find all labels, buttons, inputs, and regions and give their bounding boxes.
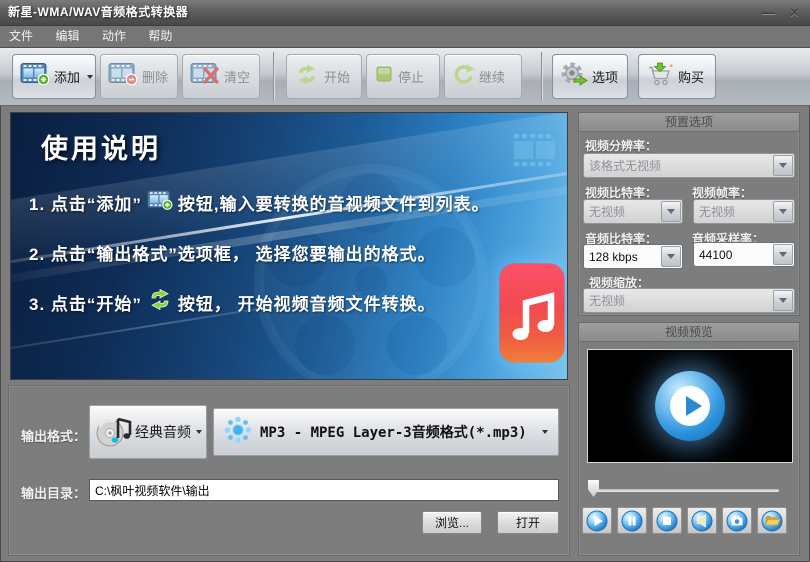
browse-button[interactable]: 浏览... (422, 511, 482, 534)
add-button[interactable]: 添加 (12, 54, 96, 99)
gear-icon (560, 62, 588, 92)
clear-button[interactable]: 清空 (182, 54, 260, 99)
camera-icon (726, 510, 748, 531)
start-button[interactable]: 开始 (286, 54, 362, 99)
format-category-select[interactable]: 经典音频 (89, 405, 207, 459)
speaker-icon (691, 510, 713, 531)
preset-options-group: 预置选项 视频分辨率： 该格式无视频 视频比特率： 视频帧率： 无视频 无视频 … (578, 112, 800, 316)
minimize-button[interactable]: — (762, 5, 775, 20)
film-remove-icon (108, 62, 138, 91)
film-add-icon (147, 189, 173, 216)
dropdown-arrow-icon[interactable] (661, 201, 681, 222)
output-dir-input[interactable] (89, 479, 559, 501)
audio-samplerate-select[interactable]: 44100 (693, 242, 795, 267)
open-folder-button[interactable] (757, 507, 787, 534)
stop-playback-button[interactable] (652, 507, 682, 534)
delete-button[interactable]: 删除 (100, 54, 178, 99)
dropdown-arrow-icon[interactable] (773, 155, 793, 176)
chevron-down-icon (87, 74, 94, 79)
folder-icon (761, 510, 783, 531)
video-framerate-select[interactable]: 无视频 (693, 199, 795, 224)
toolbar-separator (273, 52, 275, 101)
snapshot-button[interactable] (722, 507, 752, 534)
instruction-step-2: 2. 点击“输出格式”选项框， 选择您要输出的格式。 (29, 245, 436, 264)
dropdown-arrow-icon[interactable] (773, 244, 793, 265)
play-icon (586, 510, 608, 531)
play-button[interactable] (582, 507, 612, 534)
resume-button[interactable]: 继续 (444, 54, 522, 99)
output-settings-group: 输出格式： 经典音频 MP3 - MPEG Layer-3音频格式(*.mp3)… (8, 385, 570, 556)
menu-action[interactable]: 动作 (93, 26, 135, 47)
video-bitrate-select[interactable]: 无视频 (583, 199, 683, 224)
menubar: 文件 编辑 动作 帮助 (0, 26, 810, 47)
circular-arrow-icon (452, 64, 475, 90)
film-strip-watermark-icon (509, 129, 561, 176)
format-category-value: 经典音频 (135, 424, 191, 440)
toolbar-separator (541, 52, 543, 101)
sync-arrows-icon (294, 64, 320, 90)
menu-file[interactable]: 文件 (0, 26, 42, 47)
output-format-select[interactable]: MP3 - MPEG Layer-3音频格式(*.mp3) (213, 408, 559, 456)
pause-icon (621, 510, 643, 531)
molecule-icon (222, 414, 254, 451)
dropdown-arrow-icon[interactable] (661, 246, 681, 267)
options-button[interactable]: 选项 (552, 54, 628, 99)
toolbar: 添加 删除 清空 开始 停止 继续 选项 购买 (0, 47, 810, 106)
instruction-step-3: 3. 点击“开始” 按钮， 开始视频音频文件转换。 (29, 288, 436, 315)
sync-arrows-icon (147, 288, 173, 315)
titlebar: 新星-WMA/WAV音频格式转换器 — ✕ (0, 0, 810, 26)
video-preview-title: 视频预览 (579, 323, 799, 342)
stop-button[interactable]: 停止 (366, 54, 440, 99)
music-note-badge-icon (499, 263, 565, 363)
output-format-value: MP3 - MPEG Layer-3音频格式(*.mp3) (260, 425, 527, 441)
output-format-label: 输出格式： (21, 429, 87, 444)
menu-help[interactable]: 帮助 (139, 26, 181, 47)
open-button[interactable]: 打开 (497, 511, 559, 534)
instructions-title: 使用说明 (41, 134, 161, 164)
dropdown-arrow-icon[interactable] (773, 201, 793, 222)
dropdown-arrow-icon[interactable] (773, 290, 793, 311)
volume-button[interactable] (687, 507, 717, 534)
buy-button[interactable]: 购买 (638, 54, 716, 99)
preset-options-title: 预置选项 (579, 113, 799, 132)
film-add-icon (20, 62, 50, 91)
video-resolution-select[interactable]: 该格式无视频 (583, 153, 795, 178)
chevron-down-icon (196, 430, 202, 434)
video-scale-select[interactable]: 无视频 (583, 288, 795, 313)
stop-icon (656, 510, 678, 531)
chevron-down-icon (542, 430, 548, 434)
preview-play-icon[interactable] (655, 371, 725, 441)
instruction-step-1: 1. 点击“添加” 按钮,输入要转换的音视频文件到列表。 (29, 189, 490, 216)
stop-square-icon (374, 64, 394, 89)
seek-slider-thumb[interactable] (588, 480, 599, 497)
close-button[interactable]: ✕ (789, 5, 800, 21)
video-resolution-label: 视频分辨率： (585, 139, 658, 153)
cd-music-icon (95, 409, 133, 456)
video-preview-screen (587, 349, 793, 463)
audio-bitrate-select[interactable]: 128 kbps (583, 244, 683, 269)
window-title: 新星-WMA/WAV音频格式转换器 (8, 5, 189, 19)
video-preview-group: 视频预览 (578, 322, 800, 556)
film-clear-icon (190, 62, 220, 91)
pause-button[interactable] (617, 507, 647, 534)
cart-icon (646, 62, 674, 92)
menu-edit[interactable]: 编辑 (46, 26, 88, 47)
output-dir-label: 输出目录： (21, 486, 87, 501)
instructions-panel: 使用说明 1. 点击“添加” 按钮,输入要转换的音视频文件到列表。 2. 点击“… (10, 112, 568, 380)
seek-slider-track[interactable] (591, 489, 779, 492)
